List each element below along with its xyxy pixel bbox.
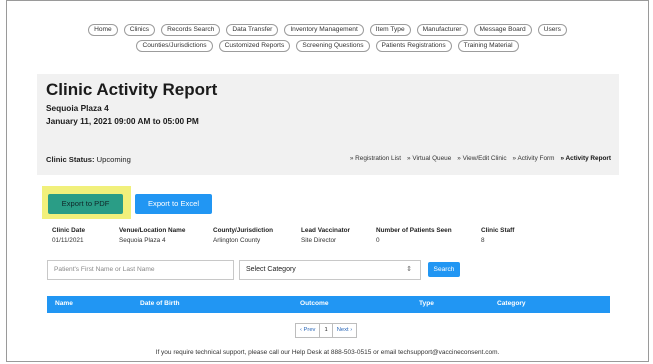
- top-nav-row-1: Home Clinics Records Search Data Transfe…: [7, 24, 648, 36]
- link-view-edit-clinic[interactable]: » View/Edit Clinic: [457, 155, 506, 162]
- info-header: Venue/Location Name: [119, 227, 186, 234]
- nav-clinics[interactable]: Clinics: [123, 24, 156, 36]
- link-activity-report[interactable]: » Activity Report: [560, 155, 611, 162]
- column-date-of-birth[interactable]: Date of Birth: [140, 300, 180, 307]
- link-activity-form[interactable]: » Activity Form: [513, 155, 555, 162]
- page-frame: Home Clinics Records Search Data Transfe…: [6, 0, 649, 362]
- nav-data-transfer[interactable]: Data Transfer: [226, 24, 279, 36]
- column-category[interactable]: Category: [497, 300, 526, 307]
- info-header: Lead Vaccinator: [301, 227, 351, 234]
- category-select-value: Select Category: [246, 266, 296, 273]
- info-value: Site Director: [301, 237, 337, 244]
- info-value: 01/11/2021: [52, 237, 84, 244]
- nav-training-material[interactable]: Training Material: [457, 40, 519, 52]
- results-table-header: Name Date of Birth Outcome Type Category: [47, 296, 610, 313]
- nav-manufacturer[interactable]: Manufacturer: [416, 24, 468, 36]
- page-title: Clinic Activity Report: [46, 80, 218, 99]
- info-value: 0: [376, 237, 380, 244]
- export-pdf-button[interactable]: Export to PDF: [48, 194, 123, 214]
- info-lead-vaccinator: Lead Vaccinator Site Director: [301, 227, 350, 244]
- nav-counties-jurisdictions[interactable]: Counties/Jurisdictions: [136, 40, 213, 52]
- info-header: County/Jurisdiction: [213, 227, 274, 234]
- clinic-status: Clinic Status: Upcoming: [46, 155, 131, 164]
- report-header: Clinic Activity Report Sequoia Plaza 4 J…: [37, 74, 619, 175]
- search-button[interactable]: Search: [428, 262, 460, 277]
- column-type[interactable]: Type: [419, 300, 434, 307]
- patient-search-input[interactable]: Patient's First Name or Last Name: [47, 260, 234, 280]
- support-footer: If you require technical support, please…: [155, 349, 500, 356]
- pager-current-page[interactable]: 1: [319, 324, 331, 337]
- nav-message-board[interactable]: Message Board: [473, 24, 532, 36]
- nav-home[interactable]: Home: [88, 24, 118, 36]
- link-virtual-queue[interactable]: » Virtual Queue: [407, 155, 451, 162]
- info-header: Number of Patients Seen: [376, 227, 452, 234]
- nav-users[interactable]: Users: [537, 24, 567, 36]
- pagination: ‹ Prev 1 Next ›: [295, 323, 358, 338]
- clinic-links: » Registration List » Virtual Queue » Vi…: [350, 155, 611, 162]
- clinic-location: Sequoia Plaza 4: [46, 103, 109, 113]
- nav-patients-registrations[interactable]: Patients Registrations: [375, 40, 452, 52]
- info-value: Arlington County: [213, 237, 261, 244]
- info-county-jurisdiction: County/Jurisdiction Arlington County: [213, 227, 273, 244]
- nav-item-type[interactable]: Item Type: [369, 24, 411, 36]
- info-patients-seen: Number of Patients Seen 0: [376, 227, 452, 244]
- clinic-status-label: Clinic Status:: [46, 155, 95, 164]
- column-name[interactable]: Name: [55, 300, 73, 307]
- top-nav-row-2: Counties/Jurisdictions Customized Report…: [7, 40, 648, 52]
- nav-customized-reports[interactable]: Customized Reports: [218, 40, 291, 52]
- info-venue-location: Venue/Location Name Sequoia Plaza 4: [119, 227, 185, 244]
- category-select[interactable]: Select Category ⇕: [239, 260, 421, 280]
- chevron-updown-icon: ⇕: [406, 266, 412, 273]
- info-value: 8: [481, 237, 485, 244]
- info-value: Sequoia Plaza 4: [119, 237, 166, 244]
- info-clinic-date: Clinic Date 01/11/2021: [52, 227, 85, 244]
- export-excel-button[interactable]: Export to Excel: [135, 194, 212, 214]
- nav-records-search[interactable]: Records Search: [161, 24, 221, 36]
- nav-inventory-management[interactable]: Inventory Management: [284, 24, 364, 36]
- pager-prev[interactable]: ‹ Prev: [296, 324, 319, 337]
- info-header: Clinic Staff: [481, 227, 515, 234]
- clinic-datetime: January 11, 2021 09:00 AM to 05:00 PM: [46, 116, 199, 126]
- info-clinic-staff: Clinic Staff 8: [481, 227, 514, 244]
- column-outcome[interactable]: Outcome: [300, 300, 329, 307]
- info-header: Clinic Date: [52, 227, 86, 234]
- link-registration-list[interactable]: » Registration List: [350, 155, 401, 162]
- pager-next[interactable]: Next ›: [331, 324, 356, 337]
- clinic-status-value: Upcoming: [96, 155, 131, 164]
- nav-screening-questions[interactable]: Screening Questions: [296, 40, 370, 52]
